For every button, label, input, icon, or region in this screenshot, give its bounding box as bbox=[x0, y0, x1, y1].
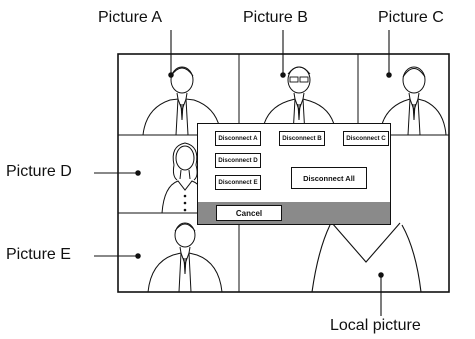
disconnect-b-button[interactable]: Disconnect B bbox=[279, 131, 325, 146]
disconnect-c-button[interactable]: Disconnect C bbox=[343, 131, 389, 146]
label-local-picture: Local picture bbox=[330, 317, 421, 334]
label-picture-d: Picture D bbox=[6, 163, 72, 180]
disconnect-all-button[interactable]: Disconnect All bbox=[291, 167, 367, 189]
disconnect-d-button[interactable]: Disconnect D bbox=[215, 153, 261, 168]
label-picture-e: Picture E bbox=[6, 246, 71, 263]
disconnect-dialog: Disconnect A Disconnect B Disconnect C D… bbox=[197, 123, 391, 225]
disconnect-a-button[interactable]: Disconnect A bbox=[215, 131, 261, 146]
cancel-button[interactable]: Cancel bbox=[216, 205, 282, 221]
disconnect-e-button[interactable]: Disconnect E bbox=[215, 175, 261, 190]
diagram-stage: Picture A Picture B Picture C Picture D … bbox=[0, 0, 475, 339]
label-picture-c: Picture C bbox=[378, 9, 444, 26]
label-picture-b: Picture B bbox=[243, 9, 308, 26]
label-picture-a: Picture A bbox=[98, 9, 163, 26]
